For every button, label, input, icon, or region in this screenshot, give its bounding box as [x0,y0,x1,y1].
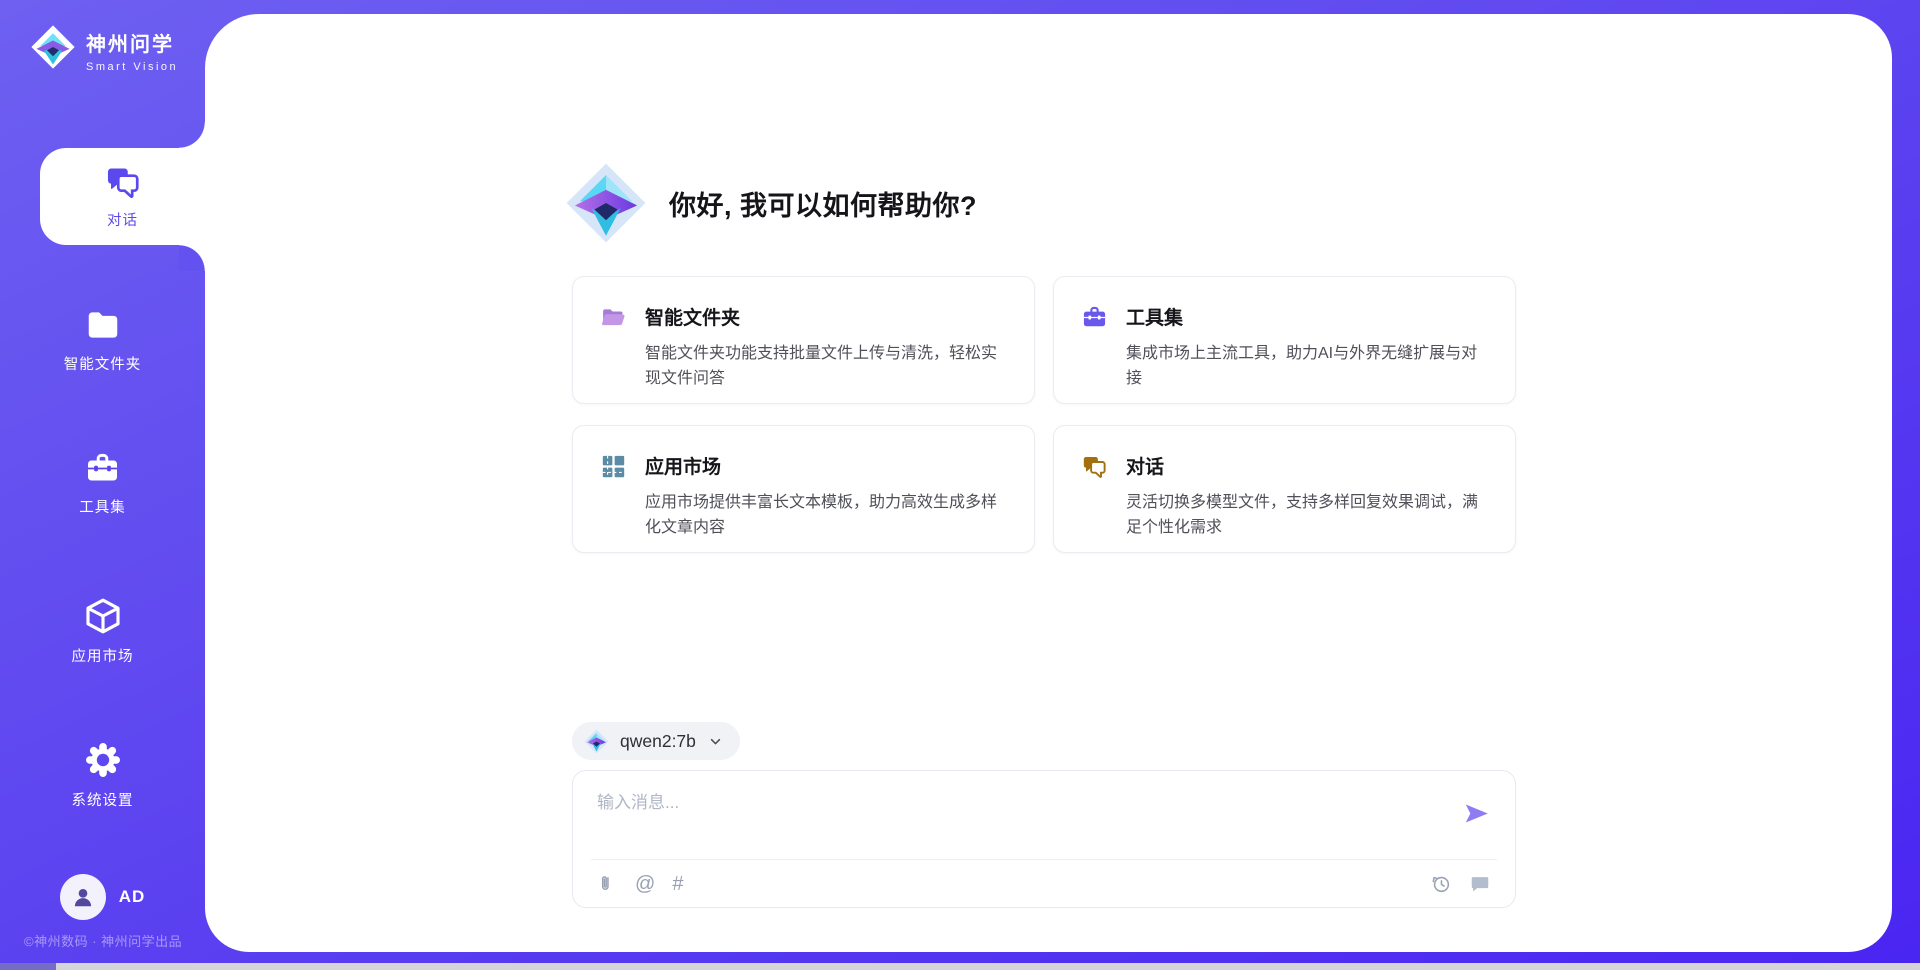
sidebar-item-label: 智能文件夹 [64,353,142,374]
avatar [60,874,106,920]
chat-bubbles-icon [104,163,142,201]
sidebar-item-label: 系统设置 [72,789,134,810]
sidebar-item-label: 对话 [107,209,138,230]
card-toolset[interactable]: 工具集 集成市场上主流工具，助力AI与外界无缝扩展与对接 [1053,276,1516,404]
composer-toolbar: @ # [597,860,1491,907]
diamond-logo-icon [565,162,647,244]
mention-icon[interactable]: @ [635,874,655,894]
user-name: AD [119,887,146,907]
card-description: 集成市场上主流工具，助力AI与外界无缝扩展与对接 [1126,341,1491,391]
sidebar-item-label: 应用市场 [72,645,134,666]
brand-name: 神州问学 [86,28,178,57]
card-title: 对话 [1126,452,1491,479]
folder-icon [84,306,122,344]
attachment-icon[interactable] [597,873,618,894]
person-icon [70,884,96,910]
sidebar: 神州问学 Smart Vision 对话 智能文件夹 工具集 应 [0,0,205,970]
toolbox-icon [84,450,121,487]
card-title: 应用市场 [645,452,1010,479]
gear-icon [83,740,123,780]
greeting-block: 你好, 我可以如何帮助你? [565,162,977,244]
greeting-text: 你好, 我可以如何帮助你? [669,184,977,223]
card-description: 灵活切换多模型文件，支持多样回复效果调试，满足个性化需求 [1126,490,1491,540]
card-app-market[interactable]: 应用市场 应用市场提供丰富长文本模板，助力高效生成多样化文章内容 [572,425,1035,553]
model-name: qwen2:7b [620,731,696,752]
main-panel: 你好, 我可以如何帮助你? 智能文件夹 智能文件夹功能支持批量文件上传与清洗，轻… [205,14,1892,952]
card-description: 智能文件夹功能支持批量文件上传与清洗，轻松实现文件问答 [645,341,1010,391]
chat-bubbles-icon [1081,453,1108,480]
card-smart-folder[interactable]: 智能文件夹 智能文件夹功能支持批量文件上传与清洗，轻松实现文件问答 [572,276,1035,404]
message-input[interactable] [597,788,1447,850]
folder-open-icon [600,304,627,331]
chevron-down-icon [707,733,724,750]
model-selector[interactable]: qwen2:7b [572,722,740,760]
history-icon[interactable] [1430,873,1452,895]
diamond-logo-icon [30,24,76,70]
sidebar-item-settings[interactable]: 系统设置 [0,740,205,810]
chat-bubble-icon[interactable] [1469,873,1491,895]
card-description: 应用市场提供丰富长文本模板，助力高效生成多样化文章内容 [645,490,1010,540]
sidebar-item-toolset[interactable]: 工具集 [0,450,205,517]
sidebar-item-label: 工具集 [79,496,126,517]
sidebar-item-chat[interactable]: 对话 [40,148,205,245]
toolbox-icon [1081,304,1108,331]
cube-icon [83,596,123,636]
card-chat[interactable]: 对话 灵活切换多模型文件，支持多样回复效果调试，满足个性化需求 [1053,425,1516,553]
brand-logo: 神州问学 Smart Vision [30,24,178,73]
message-composer: @ # [572,770,1516,908]
sidebar-item-app-market[interactable]: 应用市场 [0,596,205,666]
footer-credit: ©神州数码 · 神州问学出品 [24,931,182,950]
window-bottom-edge [0,963,1920,970]
card-title: 智能文件夹 [645,303,1010,330]
send-icon[interactable] [1463,800,1490,827]
hash-icon[interactable]: # [672,874,683,894]
diamond-logo-icon [584,729,609,754]
sidebar-item-smart-folder[interactable]: 智能文件夹 [0,306,205,374]
brand-subtitle: Smart Vision [86,61,178,73]
user-menu[interactable]: AD [0,874,205,920]
feature-cards: 智能文件夹 智能文件夹功能支持批量文件上传与清洗，轻松实现文件问答 工具集 集成… [572,276,1516,553]
card-title: 工具集 [1126,303,1491,330]
grid-icon [600,453,627,480]
